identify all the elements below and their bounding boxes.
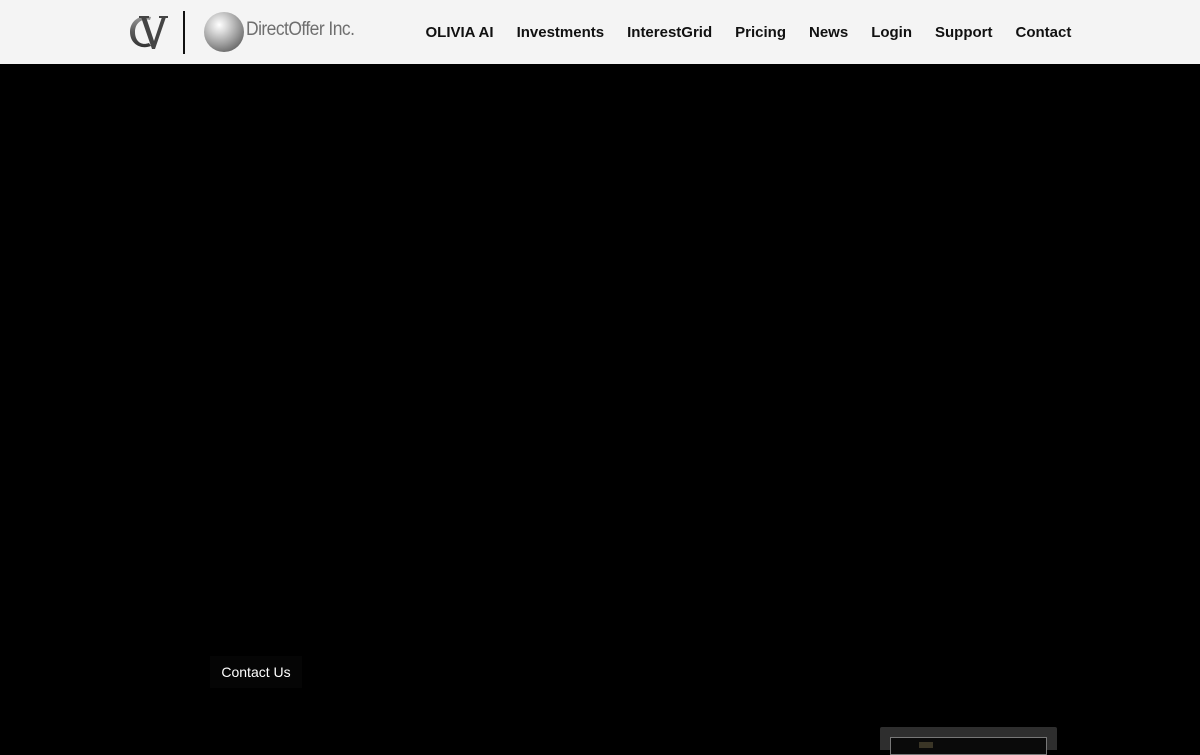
video-thumbnail[interactable] — [880, 727, 1057, 755]
contact-us-button[interactable]: Contact Us — [210, 656, 302, 688]
nav-olivia-ai[interactable]: OLIVIA AI — [414, 22, 505, 43]
cv-monogram-icon — [130, 16, 168, 49]
brand-wordmark: DirectOffer Inc. — [246, 19, 355, 40]
main-nav: OLIVIA AI Investments InterestGrid Prici… — [414, 22, 1083, 43]
nav-interestgrid[interactable]: InterestGrid — [616, 22, 724, 43]
thumbnail-image — [919, 742, 933, 748]
silver-sphere-icon — [204, 12, 244, 52]
logo-divider — [183, 11, 185, 54]
nav-investments[interactable]: Investments — [505, 22, 616, 43]
nav-pricing[interactable]: Pricing — [724, 22, 798, 43]
directoffer-logo[interactable]: DirectOffer Inc. — [204, 12, 364, 52]
nav-login[interactable]: Login — [860, 22, 924, 43]
thumbnail-frame — [890, 737, 1047, 755]
nav-news[interactable]: News — [798, 22, 860, 43]
top-navbar: DirectOffer Inc. OLIVIA AI Investments I… — [0, 0, 1200, 64]
nav-support[interactable]: Support — [924, 22, 1005, 43]
nav-contact[interactable]: Contact — [1004, 22, 1083, 43]
hero-section — [0, 64, 1200, 750]
cv-logo[interactable] — [127, 12, 171, 52]
